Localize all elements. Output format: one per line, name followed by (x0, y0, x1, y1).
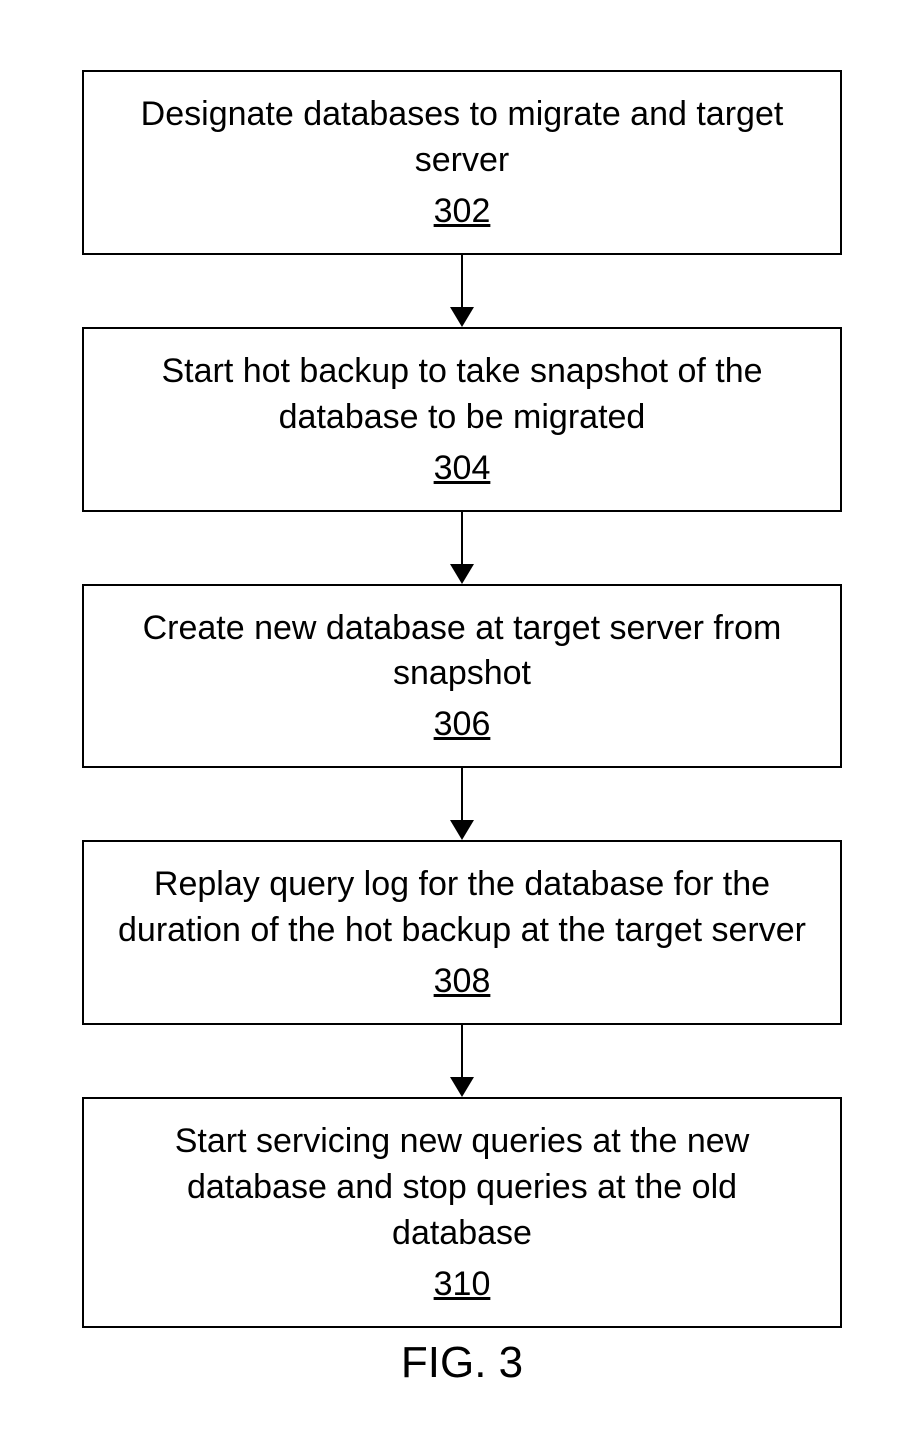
arrow-down-icon (442, 1025, 482, 1097)
arrow-down-icon (442, 512, 482, 584)
arrow-down-icon (442, 768, 482, 840)
step-text: Start hot backup to take snapshot of the… (114, 349, 810, 441)
step-number: 306 (114, 705, 810, 744)
step-text: Create new database at target server fro… (114, 606, 810, 698)
flowchart-step: Create new database at target server fro… (82, 584, 842, 769)
step-number: 304 (114, 449, 810, 488)
flowchart: Designate databases to migrate and targe… (82, 70, 842, 1328)
flowchart-step: Designate databases to migrate and targe… (82, 70, 842, 255)
arrow-down-icon (442, 255, 482, 327)
flowchart-step: Start servicing new queries at the new d… (82, 1097, 842, 1328)
step-text: Start servicing new queries at the new d… (114, 1119, 810, 1257)
step-text: Replay query log for the database for th… (114, 862, 810, 954)
flowchart-step: Start hot backup to take snapshot of the… (82, 327, 842, 512)
flowchart-step: Replay query log for the database for th… (82, 840, 842, 1025)
step-number: 308 (114, 962, 810, 1001)
step-number: 302 (114, 192, 810, 231)
step-number: 310 (114, 1265, 810, 1304)
step-text: Designate databases to migrate and targe… (114, 92, 810, 184)
figure-label: FIG. 3 (401, 1338, 523, 1388)
